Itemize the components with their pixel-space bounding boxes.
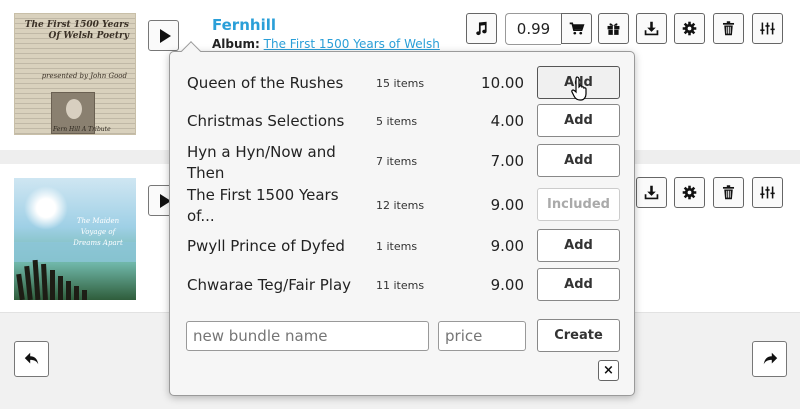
back-button[interactable] (14, 341, 49, 377)
bundle-count: 5 items (376, 115, 418, 128)
cover-title: The Maiden Voyage of Dreams Apart (73, 217, 123, 247)
bundle-count: 1 items (376, 240, 418, 253)
create-bundle-button[interactable]: Create (537, 319, 620, 352)
cart-icon (569, 22, 585, 35)
download-icon (644, 185, 659, 200)
forward-button[interactable] (752, 341, 787, 377)
add-to-bundle-button[interactable]: Add (537, 144, 620, 177)
gear-icon (682, 21, 697, 36)
album-cover: The First 1500 Years Of Welsh Poetry pre… (14, 13, 136, 135)
gear-icon (682, 185, 697, 200)
play-button[interactable] (148, 20, 179, 51)
bundle-price: 7.00 (490, 152, 524, 170)
redo-arrow-icon (763, 352, 777, 365)
bundle-name: Chwarae Teg/Fair Play (187, 276, 352, 294)
track-price[interactable]: 0.99 (505, 13, 561, 45)
add-to-bundle-button[interactable]: Add (537, 229, 620, 262)
play-icon (159, 28, 171, 43)
bundle-price: 9.00 (490, 276, 524, 294)
add-to-bundle-button[interactable]: Add (537, 104, 620, 137)
cover-subtitle: presented by John Good (41, 72, 127, 80)
settings-button[interactable] (674, 13, 705, 44)
album-line: Album: The First 1500 Years of Welsh (212, 37, 440, 51)
undo-arrow-icon (24, 352, 38, 365)
sliders-icon (760, 22, 775, 35)
bundle-price: 4.00 (490, 112, 524, 130)
bundle-count: 11 items (376, 279, 425, 292)
close-popup-button[interactable]: × (598, 360, 619, 381)
bundle-name: Christmas Selections (187, 112, 345, 130)
included-button: Included (537, 188, 620, 221)
cart-button[interactable] (561, 13, 592, 44)
adjust-button[interactable] (752, 177, 783, 208)
download-button[interactable] (636, 177, 667, 208)
bundle-popup: Queen of the Rushes 15 items 10.00 Add C… (169, 41, 635, 396)
bundle-price: 10.00 (481, 74, 524, 92)
delete-button[interactable] (713, 177, 744, 208)
close-icon: × (603, 363, 614, 378)
delete-button[interactable] (713, 13, 744, 44)
music-note-icon (476, 21, 487, 36)
bundle-price-input[interactable] (438, 321, 526, 351)
sliders-icon (760, 186, 775, 199)
bundle-name: Hyn a Hyn/Now and Then (187, 143, 336, 182)
bundle-count: 7 items (376, 155, 418, 168)
bundle-price: 9.00 (490, 237, 524, 255)
bundle-price: 9.00 (490, 196, 524, 214)
album-link[interactable]: The First 1500 Years of Welsh (264, 37, 440, 51)
track-title[interactable]: Fernhill (212, 16, 276, 34)
music-button[interactable] (466, 13, 497, 44)
gift-icon (607, 23, 620, 35)
adjust-button[interactable] (752, 13, 783, 44)
bundle-name: The First 1500 Years of... (187, 186, 339, 225)
bundle-name: Pwyll Prince of Dyfed (187, 237, 345, 255)
trash-icon (722, 21, 735, 36)
settings-button[interactable] (674, 177, 705, 208)
add-to-bundle-button[interactable]: Add (537, 66, 620, 99)
cover-title: The First 1500 Years Of Welsh Poetry (24, 20, 129, 41)
gift-button[interactable] (598, 13, 629, 44)
download-button[interactable] (636, 13, 667, 44)
download-icon (644, 21, 659, 36)
album-label: Album: (212, 37, 260, 51)
cover-signature: Fern Hill A Tribute (53, 126, 111, 133)
trash-icon (722, 185, 735, 200)
bundle-name: Queen of the Rushes (187, 74, 344, 92)
bundle-count: 12 items (376, 199, 425, 212)
add-to-bundle-button[interactable]: Add (537, 268, 620, 301)
bundle-count: 15 items (376, 77, 425, 90)
album-cover: The Maiden Voyage of Dreams Apart (14, 178, 136, 300)
bundle-name-input[interactable] (186, 321, 429, 351)
